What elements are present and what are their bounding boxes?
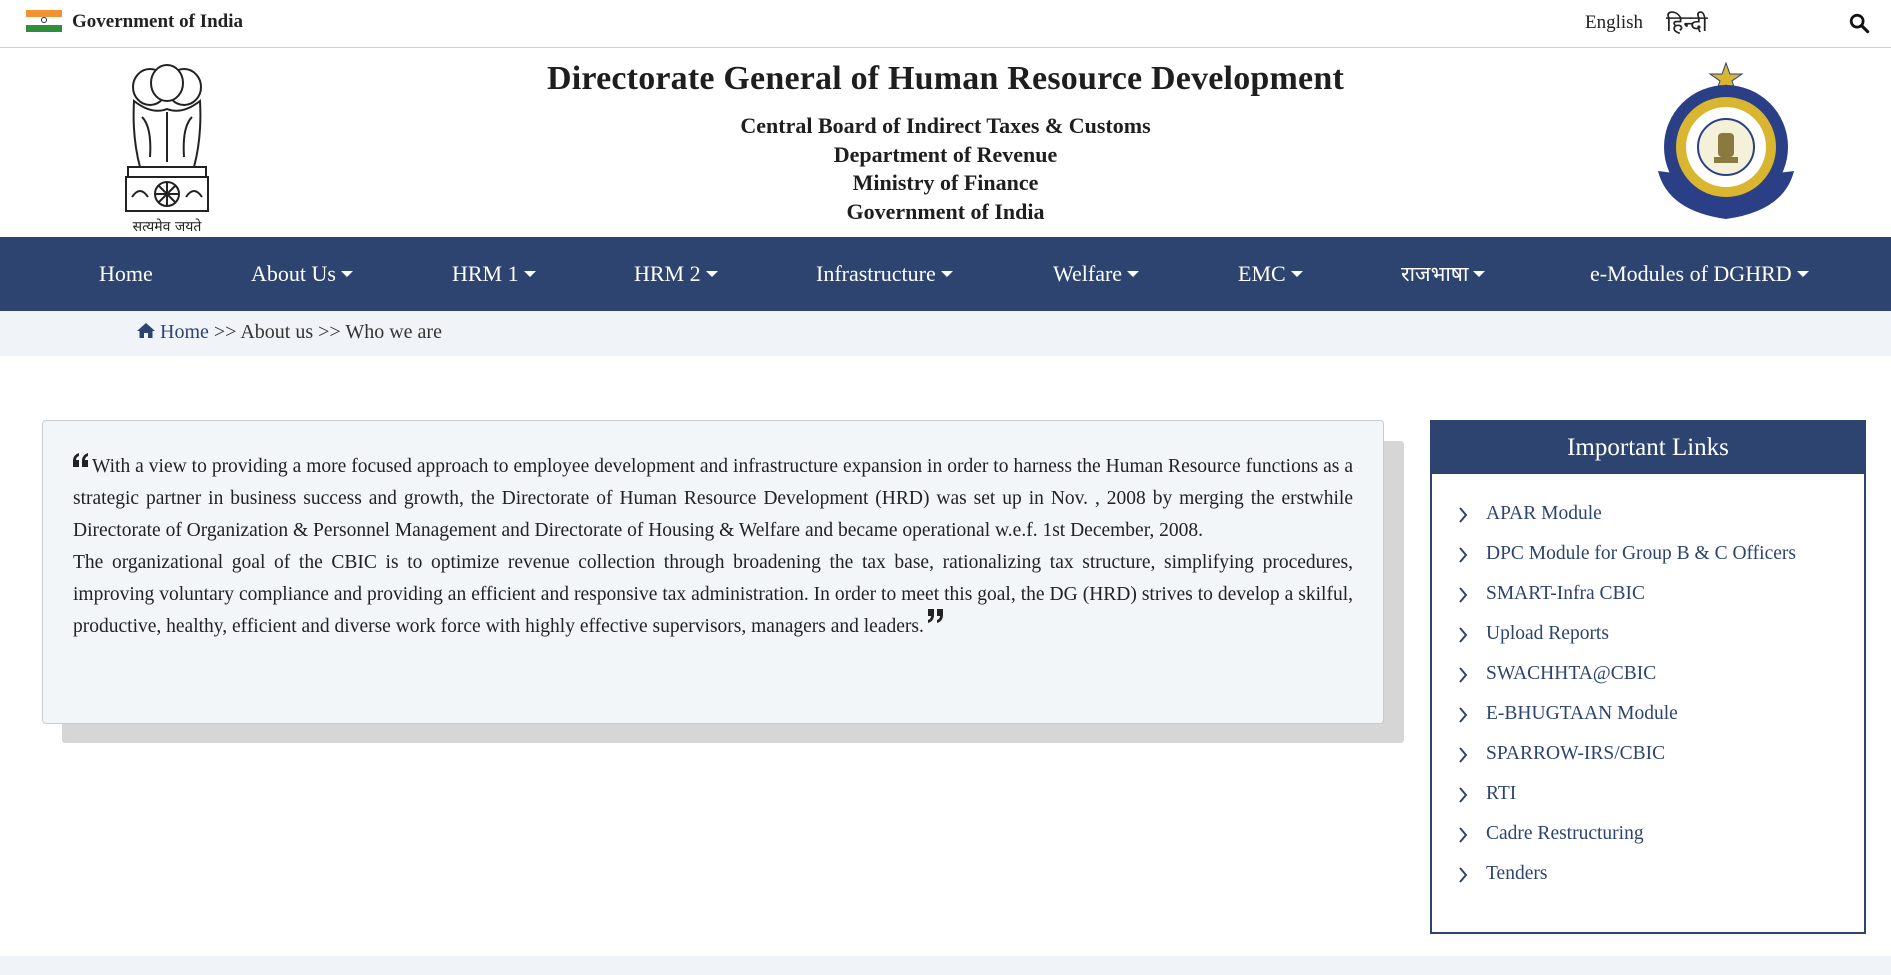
footer-strip (0, 956, 1891, 975)
nav-about-us[interactable]: About Us (251, 237, 353, 311)
nav-hrm2[interactable]: HRM 2 (634, 237, 718, 311)
cbic-seal-icon (1658, 61, 1794, 219)
caret-down-icon (1796, 271, 1809, 278)
chevron-right-icon (1459, 667, 1468, 683)
link-rti[interactable]: RTI (1432, 774, 1864, 814)
subtitle-government: Government of India (846, 199, 1045, 224)
breadcrumb-about: About us (240, 321, 314, 343)
link-swachhta[interactable]: SWACHHTA@CBIC (1432, 654, 1864, 694)
lang-hindi-link[interactable]: हिन्दी (1666, 8, 1708, 38)
important-links-panel: Important Links APAR Module DPC Module f… (1430, 420, 1866, 934)
home-icon[interactable] (136, 322, 156, 339)
link-tenders[interactable]: Tenders (1432, 854, 1864, 894)
who-we-are-card: With a view to providing a more focused … (42, 420, 1384, 724)
chevron-right-icon (1459, 627, 1468, 643)
chevron-right-icon (1459, 507, 1468, 523)
nav-e-modules[interactable]: e-Modules of DGHRD (1590, 237, 1809, 311)
caret-down-icon (1290, 271, 1303, 278)
lang-english-link[interactable]: English (1585, 12, 1643, 34)
caret-down-icon (523, 271, 536, 278)
caret-down-icon (1473, 270, 1486, 277)
nav-emc[interactable]: EMC (1238, 237, 1303, 311)
link-apar-module[interactable]: APAR Module (1432, 494, 1864, 534)
search-icon[interactable] (1848, 12, 1870, 34)
chevron-right-icon (1459, 747, 1468, 763)
chevron-right-icon (1459, 827, 1468, 843)
main-nav: Home About Us HRM 1 HRM 2 Infrastructure… (0, 237, 1891, 311)
nav-home[interactable]: Home (99, 237, 153, 311)
breadcrumb-bar: Home >> About us >> Who we are (0, 311, 1891, 356)
breadcrumb-current: Who we are (345, 321, 442, 343)
caret-down-icon (705, 271, 718, 278)
important-links-title: Important Links (1432, 422, 1864, 474)
important-links-list: APAR Module DPC Module for Group B & C O… (1432, 474, 1864, 894)
card-text: With a view to providing a more focused … (73, 451, 1353, 643)
nav-rajbhasha[interactable]: राजभाषा (1401, 237, 1486, 311)
link-smart-infra[interactable]: SMART-Infra CBIC (1432, 574, 1864, 614)
caret-down-icon (940, 271, 953, 278)
caret-down-icon (340, 271, 353, 278)
breadcrumb-separator: >> (208, 321, 241, 343)
quote-open-icon (73, 453, 88, 467)
nav-welfare[interactable]: Welfare (1053, 237, 1140, 311)
breadcrumb: Home >> About us >> Who we are (136, 321, 442, 344)
link-dpc-module[interactable]: DPC Module for Group B & C Officers (1432, 534, 1864, 574)
chevron-right-icon (1459, 707, 1468, 723)
india-flag-icon (26, 10, 62, 32)
goal-paragraph: The organizational goal of the CBIC is t… (73, 552, 1353, 637)
subtitle-ministry: Ministry of Finance (852, 170, 1039, 195)
subtitle-cbic: Central Board of Indirect Taxes & Custom… (740, 113, 1151, 138)
link-e-bhugtaan[interactable]: E-BHUGTAAN Module (1432, 694, 1864, 734)
nav-infrastructure[interactable]: Infrastructure (816, 237, 953, 311)
link-sparrow[interactable]: SPARROW-IRS/CBIC (1432, 734, 1864, 774)
chevron-right-icon (1459, 867, 1468, 883)
breadcrumb-separator: >> (313, 321, 346, 343)
link-upload-reports[interactable]: Upload Reports (1432, 614, 1864, 654)
site-header: सत्यमेव जयते Directorate General of Huma… (0, 49, 1891, 237)
breadcrumb-home-link[interactable]: Home (160, 321, 209, 343)
chevron-right-icon (1459, 787, 1468, 803)
chevron-right-icon (1459, 587, 1468, 603)
caret-down-icon (1127, 271, 1140, 278)
subtitle-department: Department of Revenue (833, 142, 1058, 167)
page-title: Directorate General of Human Resource De… (547, 60, 1344, 97)
chevron-right-icon (1459, 547, 1468, 563)
intro-paragraph: With a view to providing a more focused … (73, 456, 1353, 541)
nav-hrm1[interactable]: HRM 1 (452, 237, 536, 311)
gov-label: Government of India (72, 11, 243, 32)
link-cadre-restructuring[interactable]: Cadre Restructuring (1432, 814, 1864, 854)
top-bar: Government of India English हिन्दी (0, 0, 1891, 48)
quote-close-icon (927, 609, 943, 623)
